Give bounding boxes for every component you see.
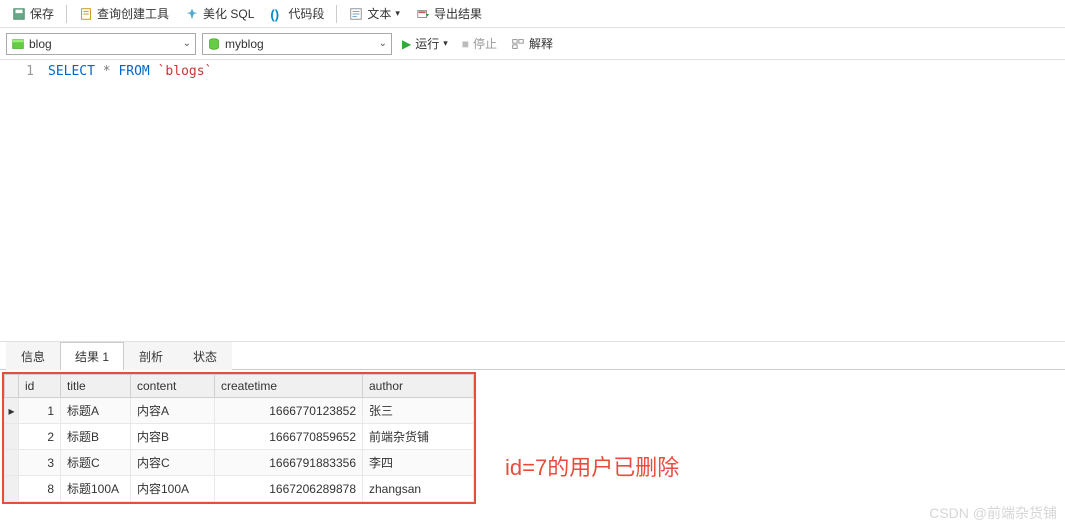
result-highlight-box: id title content createtime author ▸1标题A… <box>2 372 476 504</box>
cell-createtime[interactable]: 1666770123852 <box>215 398 363 424</box>
row-indicator-header <box>5 375 19 398</box>
sql-table-name: `blogs` <box>158 64 213 79</box>
cell-title[interactable]: 标题C <box>61 450 131 476</box>
stop-button: ■ 停止 <box>458 33 501 54</box>
export-label: 导出结果 <box>434 5 482 22</box>
annotation-text: id=7的用户已删除 <box>505 450 679 482</box>
cell-title[interactable]: 标题B <box>61 424 131 450</box>
table-select-value: myblog <box>225 37 379 51</box>
beautify-label: 美化 SQL <box>203 5 254 22</box>
explain-icon <box>511 37 525 51</box>
cell-author[interactable]: 前端杂货铺 <box>363 424 474 450</box>
cell-id[interactable]: 3 <box>19 450 61 476</box>
play-icon: ▶ <box>402 37 411 51</box>
chevron-down-icon: ⌄ <box>183 38 191 49</box>
sub-toolbar: blog ⌄ myblog ⌄ ▶ 运行 ▾ ■ 停止 解释 <box>0 28 1065 60</box>
result-table[interactable]: id title content createtime author ▸1标题A… <box>4 374 474 502</box>
cell-author[interactable]: 李四 <box>363 450 474 476</box>
watermark: CSDN @前端杂货铺 <box>929 503 1057 523</box>
query-builder-label: 查询创建工具 <box>97 5 169 22</box>
chevron-down-icon: ⌄ <box>379 38 387 49</box>
database-select[interactable]: blog ⌄ <box>6 33 196 55</box>
line-gutter: 1 <box>0 60 44 341</box>
cell-id[interactable]: 1 <box>19 398 61 424</box>
stop-icon: ■ <box>462 37 469 51</box>
beautify-sql-button[interactable]: 美化 SQL <box>179 3 260 24</box>
explain-label: 解释 <box>529 35 553 52</box>
cell-content[interactable]: 内容C <box>131 450 215 476</box>
text-label: 文本 <box>367 5 391 22</box>
main-toolbar: 保存 查询创建工具 美化 SQL () 代码段 文本 ▾ 导出结果 <box>0 0 1065 28</box>
cell-createtime[interactable]: 1666770859652 <box>215 424 363 450</box>
row-indicator <box>5 424 19 450</box>
col-author[interactable]: author <box>363 375 474 398</box>
tab-result1[interactable]: 结果 1 <box>60 342 124 370</box>
sql-editor[interactable]: 1 SELECT * FROM `blogs` <box>0 60 1065 342</box>
cell-id[interactable]: 8 <box>19 476 61 502</box>
chevron-down-icon: ▾ <box>395 8 400 19</box>
row-indicator: ▸ <box>5 398 19 424</box>
code-snippet-button[interactable]: () 代码段 <box>264 3 330 24</box>
query-builder-button[interactable]: 查询创建工具 <box>73 3 175 24</box>
table-row[interactable]: 8标题100A内容100A1667206289878zhangsan <box>5 476 474 502</box>
sql-keyword: FROM <box>118 64 149 79</box>
col-content[interactable]: content <box>131 375 215 398</box>
col-id[interactable]: id <box>19 375 61 398</box>
tab-info[interactable]: 信息 <box>6 342 60 370</box>
run-button[interactable]: ▶ 运行 ▾ <box>398 33 452 54</box>
table-row[interactable]: ▸1标题A内容A1666770123852张三 <box>5 398 474 424</box>
cell-title[interactable]: 标题A <box>61 398 131 424</box>
export-button[interactable]: 导出结果 <box>410 3 488 24</box>
result-tabs: 信息 结果 1 剖析 状态 <box>0 342 1065 370</box>
explain-button[interactable]: 解释 <box>507 33 557 54</box>
row-indicator <box>5 476 19 502</box>
col-createtime[interactable]: createtime <box>215 375 363 398</box>
code-area[interactable]: SELECT * FROM `blogs` <box>44 60 1065 341</box>
cell-title[interactable]: 标题100A <box>61 476 131 502</box>
database-icon <box>11 37 25 51</box>
export-icon <box>416 7 430 21</box>
save-button[interactable]: 保存 <box>6 3 60 24</box>
separator <box>66 5 67 23</box>
cell-content[interactable]: 内容B <box>131 424 215 450</box>
query-builder-icon <box>79 7 93 21</box>
text-icon <box>349 7 363 21</box>
table-row[interactable]: 2标题B内容B1666770859652前端杂货铺 <box>5 424 474 450</box>
tab-status[interactable]: 状态 <box>178 342 232 370</box>
cell-author[interactable]: zhangsan <box>363 476 474 502</box>
cell-createtime[interactable]: 1666791883356 <box>215 450 363 476</box>
code-snippet-icon: () <box>270 7 284 21</box>
stop-label: 停止 <box>473 35 497 52</box>
sql-star: * <box>103 64 111 79</box>
cell-author[interactable]: 张三 <box>363 398 474 424</box>
cell-id[interactable]: 2 <box>19 424 61 450</box>
table-header-row: id title content createtime author <box>5 375 474 398</box>
table-select[interactable]: myblog ⌄ <box>202 33 392 55</box>
run-label: 运行 <box>415 35 439 52</box>
table-icon <box>207 37 221 51</box>
beautify-icon <box>185 7 199 21</box>
database-select-value: blog <box>29 37 183 51</box>
line-number: 1 <box>4 64 34 79</box>
cell-createtime[interactable]: 1667206289878 <box>215 476 363 502</box>
sql-keyword: SELECT <box>48 64 95 79</box>
code-snippet-label: 代码段 <box>288 5 324 22</box>
save-icon <box>12 7 26 21</box>
tab-profile[interactable]: 剖析 <box>124 342 178 370</box>
table-row[interactable]: 3标题C内容C1666791883356李四 <box>5 450 474 476</box>
cell-content[interactable]: 内容A <box>131 398 215 424</box>
chevron-down-icon: ▾ <box>443 38 448 49</box>
separator <box>336 5 337 23</box>
row-indicator <box>5 450 19 476</box>
col-title[interactable]: title <box>61 375 131 398</box>
save-label: 保存 <box>30 5 54 22</box>
text-button[interactable]: 文本 ▾ <box>343 3 406 24</box>
cell-content[interactable]: 内容100A <box>131 476 215 502</box>
